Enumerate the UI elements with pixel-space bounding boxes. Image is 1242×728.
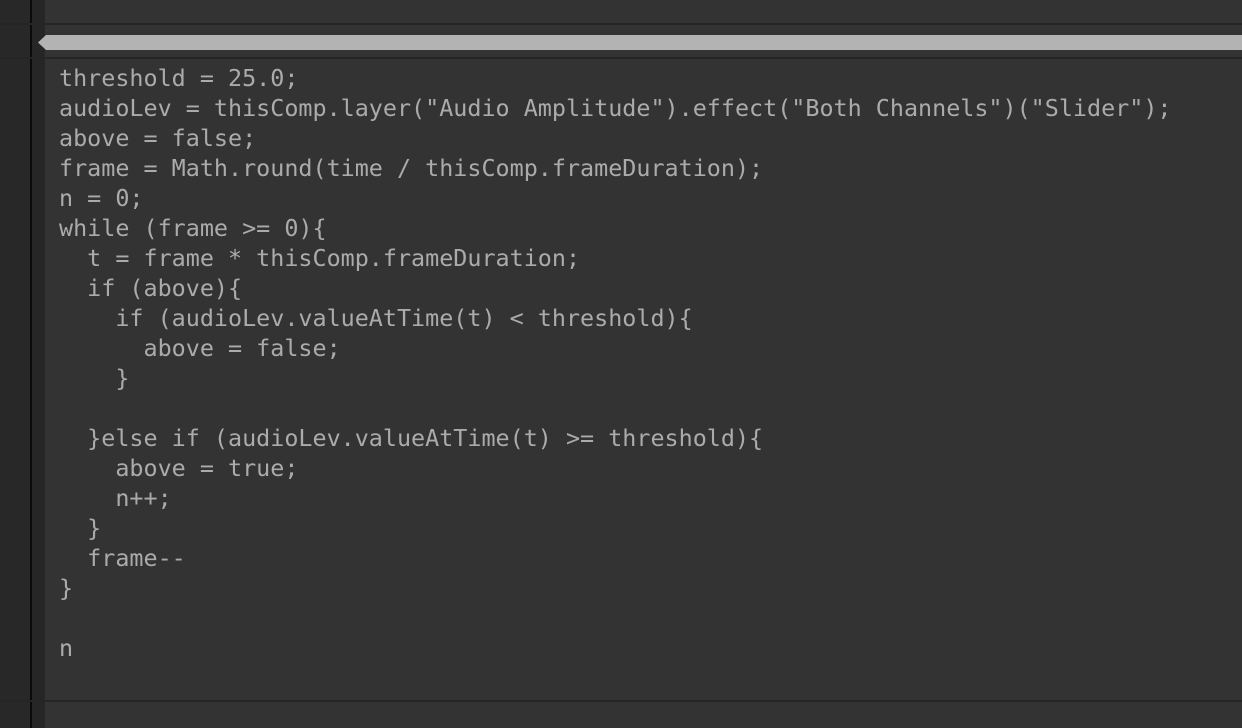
code-line: while (frame >= 0){ bbox=[59, 214, 327, 242]
code-line: if (audioLev.valueAtTime(t) < threshold)… bbox=[59, 304, 693, 332]
code-line: } bbox=[59, 514, 102, 542]
code-line: if (above){ bbox=[59, 274, 243, 302]
code-line: t = frame * thisComp.frameDuration; bbox=[59, 244, 581, 272]
scrollbar-divider bbox=[0, 57, 1242, 59]
code-line: } bbox=[59, 364, 130, 392]
code-line: above = false; bbox=[59, 124, 257, 152]
editor-gutter bbox=[32, 0, 45, 728]
code-line: } bbox=[59, 574, 74, 602]
code-line: frame = Math.round(time / thisComp.frame… bbox=[59, 154, 764, 182]
code-line: n++; bbox=[59, 484, 172, 512]
code-line: above = true; bbox=[59, 454, 299, 482]
left-panel bbox=[0, 0, 30, 728]
expression-editor[interactable]: threshold = 25.0; audioLev = thisComp.lay… bbox=[59, 63, 1172, 663]
code-line: threshold = 25.0; bbox=[59, 64, 299, 92]
code-line: frame-- bbox=[59, 544, 186, 572]
top-divider bbox=[0, 23, 1242, 25]
bottom-divider bbox=[0, 700, 1242, 702]
code-line: n bbox=[59, 634, 74, 662]
code-line: }else if (audioLev.valueAtTime(t) >= thr… bbox=[59, 424, 764, 452]
code-line: n = 0; bbox=[59, 184, 144, 212]
horizontal-scrollbar[interactable] bbox=[38, 35, 1242, 50]
code-line: above = false; bbox=[59, 334, 341, 362]
code-line: audioLev = thisComp.layer("Audio Amplitu… bbox=[59, 94, 1172, 122]
